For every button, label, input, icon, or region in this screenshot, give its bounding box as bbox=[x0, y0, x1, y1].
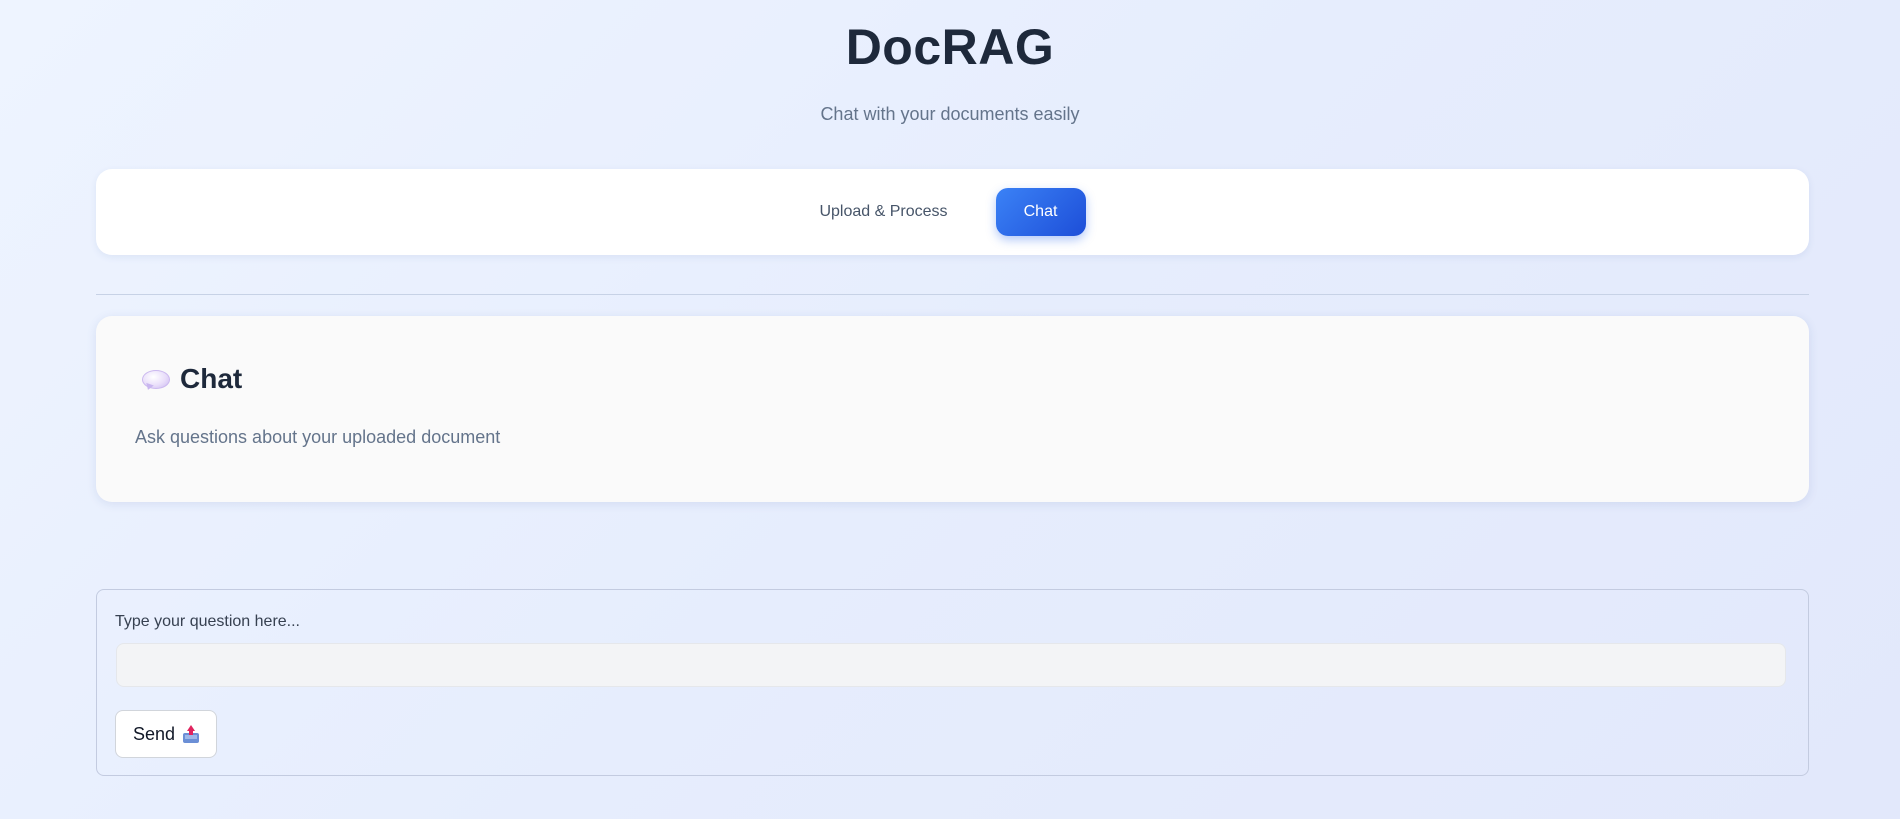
tab-upload-process[interactable]: Upload & Process bbox=[819, 189, 947, 235]
section-divider bbox=[96, 294, 1809, 295]
chat-section-card: Chat Ask questions about your uploaded d… bbox=[96, 316, 1809, 502]
speech-balloon-icon bbox=[140, 366, 172, 392]
question-label: Type your question here... bbox=[115, 613, 300, 630]
outbox-tray-icon bbox=[183, 725, 200, 743]
question-panel: Type your question here... Send bbox=[96, 589, 1809, 776]
app-title: DocRAG bbox=[845, 19, 1055, 75]
chat-section-header: Chat bbox=[140, 363, 242, 395]
chat-section-title: Chat bbox=[180, 363, 243, 394]
chat-section-description: Ask questions about your uploaded docume… bbox=[135, 427, 501, 447]
tab-chat[interactable]: Chat bbox=[995, 188, 1086, 236]
app-subtitle: Chat with your documents easily bbox=[820, 104, 1080, 124]
tab-bar: Upload & Process Chat bbox=[96, 169, 1809, 255]
question-input[interactable] bbox=[116, 643, 1786, 687]
send-button[interactable]: Send bbox=[115, 710, 217, 758]
send-button-label: Send bbox=[132, 723, 176, 744]
